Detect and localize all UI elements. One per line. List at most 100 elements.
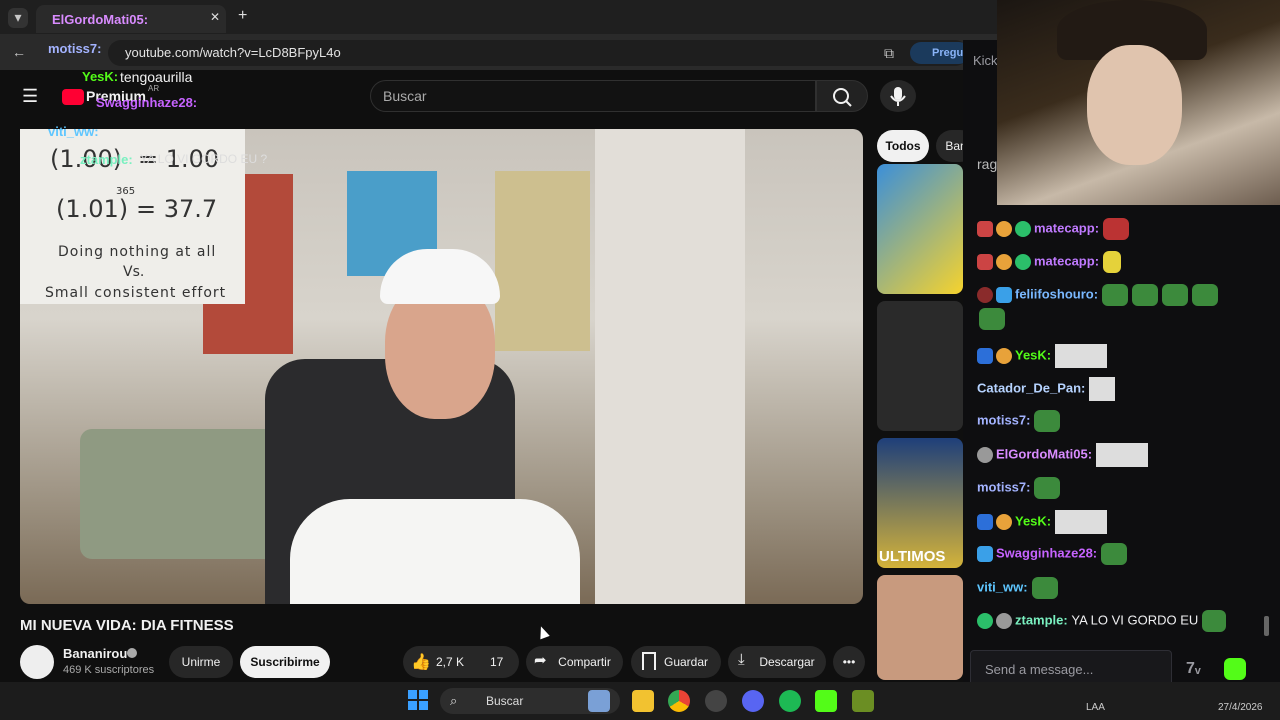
gifter-badge-icon [996,514,1012,530]
app-icon[interactable] [705,690,727,712]
chat-username[interactable]: Swagginhaze28: [996,545,1097,560]
tab-list-button[interactable]: ▾ [8,8,28,28]
chat-username[interactable]: matecapp: [1034,220,1099,235]
pepe-emote-icon [1034,410,1061,432]
chat-username[interactable]: YesK: [1015,513,1051,528]
app-icon[interactable] [852,690,874,712]
youtube-logo-icon[interactable] [62,89,84,105]
android-emote-icon [1202,610,1227,632]
discord-icon[interactable] [742,690,764,712]
pepe-emote-icon [1102,284,1129,306]
subscribe-button[interactable]: Suscribirme [240,646,330,678]
chat-message: ztample: YA LO VI GORDO EU [977,610,1227,632]
recommendation-thumbnail[interactable] [877,575,963,680]
chat-message: YesK: [977,344,1108,368]
recommendation-thumbnail[interactable] [877,164,963,294]
channel-name[interactable]: Bananirou [63,646,127,661]
dislike-count[interactable]: 17 [490,655,503,669]
chat-username[interactable]: ElGordoMati05: [996,446,1092,461]
file-explorer-icon[interactable] [632,690,654,712]
like-count[interactable]: 2,7 K [436,655,464,669]
chat-header: Kick [973,53,998,68]
video-title: MI NUEVA VIDA: DIA FITNESS [20,617,234,634]
formula-line2: (1.01) [56,195,129,223]
kick-icon[interactable] [815,690,837,712]
extension-button[interactable]: Pregun [910,42,970,64]
pepe-emote-icon [1192,284,1219,306]
image-emote [1055,510,1108,534]
overlay-user: ztample: [80,152,133,167]
hammer-badge-icon [977,514,993,530]
close-tab-icon[interactable]: ✕ [210,10,220,24]
chat-username[interactable]: Catador_De_Pan: [977,380,1085,395]
download-icon: ⤓ [738,651,745,668]
mushroom-emote-icon [1103,218,1130,240]
pepe-emote-icon [1031,577,1058,599]
image-emote [1096,443,1149,467]
system-date[interactable]: 27/4/2026 [1218,702,1263,713]
url-text[interactable]: youtube.com/watch?v=LcD8BFpyL4o [125,45,341,60]
mouse-cursor [536,624,550,640]
chat-message: matecapp: [977,251,1122,273]
cube-badge-icon [996,287,1012,303]
channel-avatar[interactable] [20,645,54,679]
overlay-user: Swagginhaze28: [96,95,198,110]
windows-start-icon[interactable] [408,690,428,710]
spotify-icon[interactable] [779,690,801,712]
join-button[interactable]: Unirme [169,646,233,678]
chat-username[interactable]: feliifoshouro: [1015,286,1098,301]
emote-picker-icon[interactable] [1224,658,1246,680]
chat-username[interactable]: motiss7: [977,412,1030,427]
gifter-badge-icon [996,254,1012,270]
chat-message: motiss7: [977,410,1061,432]
more-actions-button[interactable]: ••• [833,646,865,678]
formula-line2-result: = 37.7 [136,195,218,223]
chrome-icon[interactable] [668,690,690,712]
sub-badge-icon [977,221,993,237]
pepe-emote-icon [1034,477,1061,499]
chat-scrollbar[interactable] [1264,616,1269,636]
caption-1: Doing nothing at all [58,244,217,260]
subscriber-count: 469 K suscriptores [63,664,155,676]
microphone-icon [890,87,906,106]
new-tab-button[interactable]: + [238,7,247,25]
cube-badge-icon [977,546,993,562]
search-highlight-icon[interactable] [588,690,610,712]
recommendation-thumbnail[interactable] [877,301,963,431]
taskbar-search-icon: ⌕ [450,693,458,708]
pepe-emote-icon [1101,543,1128,565]
chat-username[interactable]: viti_ww: [977,579,1028,594]
streamer-webcam [997,0,1280,205]
chat-username[interactable]: motiss7: [977,479,1030,494]
thumbnail-text: ULTIMOS [879,548,946,565]
seventv-icon[interactable]: 7ᵥ [1186,660,1201,678]
overlay-user: viti_ww: [48,124,99,139]
verified-badge-icon [1015,254,1031,270]
language-indicator[interactable]: LAA [1086,702,1105,713]
menu-icon[interactable]: ☰ [22,86,38,107]
chat-username[interactable]: ztample: [1015,612,1068,627]
chat-message-text: YA LO VI GORDO EU [1071,612,1199,628]
caption-2: Vs. [123,264,145,280]
back-arrow-icon[interactable]: ← [12,44,26,60]
chat-message: matecapp: [977,218,1130,240]
chat-message: viti_ww: [977,577,1058,599]
cast-icon[interactable]: ⧉ [884,45,894,62]
image-emote [1089,377,1116,401]
caption-3: Small consistent effort [45,285,227,301]
gray-badge-icon [996,613,1012,629]
couch [80,429,290,559]
verified-icon [127,648,137,658]
webcam-face [1087,45,1182,165]
chat-partial-name: rag [977,156,998,172]
chat-username[interactable]: YesK: [1015,347,1051,362]
voice-search-button[interactable] [880,80,916,112]
overlay-user: motiss7: [48,41,102,56]
search-input[interactable]: Buscar [370,80,816,112]
chip-todos[interactable]: Todos [877,130,929,162]
region-label: AR [148,84,160,93]
like-icon[interactable]: 👍 [411,652,431,672]
search-button[interactable] [816,80,868,112]
chat-username[interactable]: matecapp: [1034,253,1099,268]
chat-message: feliifoshouro: [977,284,1219,306]
